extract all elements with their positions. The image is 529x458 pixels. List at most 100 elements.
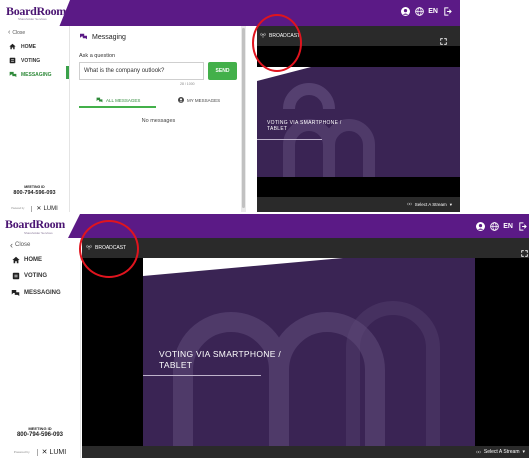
chat-icon	[79, 33, 88, 42]
close-label: Close	[12, 29, 26, 36]
top-bar-actions: EN	[476, 222, 527, 231]
sidebar-item-home[interactable]: HOME	[8, 43, 36, 50]
chevron-down-icon: ▾	[449, 201, 452, 207]
chat-icon	[11, 289, 20, 297]
meeting-id-label: MEETING ID	[24, 185, 45, 189]
lumi-x-icon: ✕	[36, 206, 42, 212]
meeting-id-block: MEETING ID 800-794-596-093	[0, 185, 69, 196]
sidebar-item-label: VOTING	[24, 273, 48, 279]
logo-subtitle: Shareholder Services	[18, 17, 47, 21]
broadcast-icon	[407, 202, 412, 206]
meeting-id-value: 800-794-596-093	[16, 432, 64, 438]
slide-title: VOTING VIA SMARTPHONE / TABLET	[267, 120, 342, 133]
top-bar: BoardRoom Shareholder Services EN	[0, 214, 529, 238]
logo-subtitle: Shareholder Services	[24, 231, 53, 235]
tab-my-messages[interactable]: MY MESSAGES	[178, 97, 220, 104]
stream-selector-bar: Select A Stream ▾	[257, 197, 460, 212]
slide-title: VOTING VIA SMARTPHONE / TABLET	[159, 349, 281, 370]
tab-all-messages[interactable]: ALL MESSAGES	[96, 97, 140, 104]
messaging-title: Messaging	[92, 34, 126, 41]
language-selector[interactable]: EN	[428, 8, 438, 15]
select-stream-dropdown[interactable]: Select A Stream	[484, 449, 520, 455]
sidebar-item-label: HOME	[21, 43, 36, 50]
sidebar-item-voting[interactable]: VOTING	[11, 272, 47, 280]
divider	[31, 205, 33, 212]
sidebar-item-label: MESSAGING	[21, 71, 52, 78]
sidebar: ‹ Close HOME VOTING MESSAGING MEETING ID…	[0, 238, 81, 458]
sidebar-item-label: VOTING	[21, 57, 41, 64]
sidebar-item-messaging[interactable]: MESSAGING	[8, 71, 52, 78]
question-input[interactable]: What is the company outlook?	[79, 62, 204, 80]
annotation-circle	[79, 220, 139, 278]
tab-label: MY MESSAGES	[187, 98, 221, 103]
stream-selector-bar: Select A Stream ▾	[82, 446, 529, 458]
slide-underline	[143, 375, 261, 376]
lumi-x-icon: ✕	[41, 449, 48, 456]
chat-icon	[8, 71, 17, 78]
character-counter: 28 / 1000	[180, 82, 195, 86]
close-sidebar-link[interactable]: ‹ Close	[10, 240, 30, 250]
broadcast-video[interactable]: VOTING VIA SMARTPHONE / TABLET	[82, 258, 529, 446]
globe-icon[interactable]	[415, 7, 425, 16]
slide: VOTING VIA SMARTPHONE / TABLET	[143, 258, 475, 446]
top-bar-actions: EN	[401, 7, 452, 16]
screenshot-split-view: BoardRoom Shareholder Services EN ‹ Clos…	[0, 0, 460, 212]
sidebar-item-voting[interactable]: VOTING	[8, 57, 40, 64]
powered-by-label: Powered by	[11, 207, 25, 210]
scrollbar-thumb[interactable]	[242, 28, 245, 208]
sidebar: ‹ Close HOME VOTING MESSAGING MEETING ID…	[0, 26, 70, 212]
sidebar-item-home[interactable]: HOME	[11, 256, 42, 264]
powered-by-lumi: Powered by ✕ LUMI	[0, 205, 69, 212]
logo-area: BoardRoom Shareholder Services	[0, 0, 70, 26]
home-icon	[8, 43, 17, 50]
top-bar: BoardRoom Shareholder Services EN	[0, 0, 460, 26]
sidebar-item-label: MESSAGING	[24, 290, 61, 296]
broadcast-icon	[476, 450, 481, 453]
logo-area: BoardRoom Shareholder Services	[0, 214, 80, 238]
user-icon[interactable]	[401, 7, 411, 16]
chevron-left-icon: ‹	[10, 240, 13, 250]
meeting-id-label: MEETING ID	[28, 426, 52, 431]
slide-underline	[257, 139, 322, 140]
globe-icon[interactable]	[490, 222, 500, 231]
chevron-left-icon: ‹	[8, 29, 11, 36]
logo: BoardRoom	[5, 217, 65, 231]
user-icon[interactable]	[476, 222, 486, 231]
scrollbar-track[interactable]	[241, 26, 246, 212]
tab-label: ALL MESSAGES	[106, 98, 141, 103]
slide: VOTING VIA SMARTPHONE / TABLET	[257, 67, 460, 177]
close-sidebar-link[interactable]: ‹ Close	[8, 29, 25, 36]
sidebar-item-messaging[interactable]: MESSAGING	[11, 289, 61, 297]
chat-icon	[96, 97, 103, 104]
slide-title-line-2: TABLET	[159, 359, 193, 370]
close-label: Close	[15, 242, 31, 248]
powered-by-lumi: Powered by ✕ LUMI	[0, 448, 80, 456]
divider	[36, 448, 38, 456]
sidebar-item-label: HOME	[24, 257, 42, 263]
screenshot-broadcast-view: BoardRoom Shareholder Services EN ‹ Clos…	[0, 214, 529, 458]
active-indicator	[66, 66, 69, 79]
active-tab-underline	[79, 106, 156, 108]
slide-title-line-1: VOTING VIA SMARTPHONE /	[159, 349, 281, 359]
meeting-id-value: 800-794-596-093	[13, 190, 56, 196]
logout-icon[interactable]	[443, 7, 452, 16]
slide-title-line-2: TABLET	[267, 126, 288, 133]
messaging-header: Messaging	[79, 33, 126, 42]
user-icon	[178, 97, 184, 104]
ask-question-label: Ask a question	[79, 53, 116, 59]
send-button[interactable]: SEND	[208, 62, 237, 80]
empty-messages-text: No messages	[141, 118, 176, 124]
meeting-id-block: MEETING ID 800-794-596-093	[0, 426, 80, 438]
voting-icon	[11, 272, 20, 280]
annotation-circle	[252, 14, 302, 72]
voting-icon	[8, 57, 17, 64]
lumi-logo-text: LUMI	[49, 448, 67, 456]
language-selector[interactable]: EN	[503, 223, 513, 230]
logout-icon[interactable]	[518, 222, 527, 231]
home-icon	[11, 256, 20, 264]
messaging-panel: Messaging Ask a question What is the com…	[71, 26, 246, 212]
select-stream-dropdown[interactable]: Select A Stream	[415, 202, 447, 207]
lumi-logo-text: LUMI	[43, 205, 58, 212]
broadcast-header: BROADCAST	[82, 238, 529, 258]
chevron-down-icon: ▾	[522, 449, 525, 455]
